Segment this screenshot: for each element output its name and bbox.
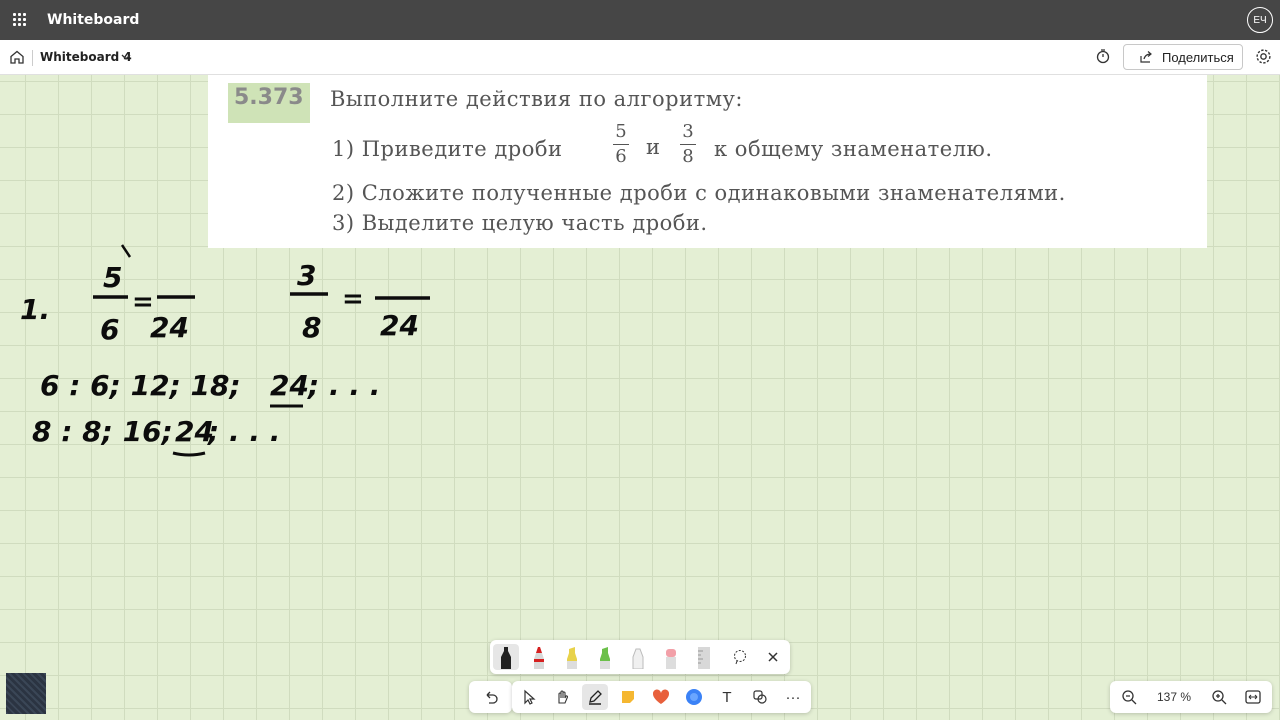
share-button[interactable]: Поделиться [1123,44,1243,70]
multiples-of-8: 8 : 8; 16; [32,415,173,448]
select-icon[interactable] [516,684,542,710]
avatar[interactable]: ЕЧ [1247,7,1273,33]
eraser-icon[interactable] [658,644,684,670]
timer-icon[interactable] [1095,48,1111,64]
fraction2-new-denominator: 24 [380,309,419,342]
sticky-note-icon[interactable] [615,684,641,710]
shapes-icon[interactable] [681,684,707,710]
multiples-6-end: ; . . . [307,369,380,402]
multiples-8-end: ; . . . [207,415,280,448]
fit-to-screen-icon[interactable] [1244,688,1262,706]
zoom-out-icon[interactable] [1120,688,1138,706]
common-multiple-6: 24 [270,369,309,402]
pen-stroke [120,244,132,258]
divider [32,50,33,66]
pen-tray [490,640,790,674]
home-icon[interactable] [9,49,25,65]
title-bar: Whiteboard ЕЧ [0,0,1280,40]
equals-sign: = [342,284,364,314]
reactions-icon[interactable] [648,684,674,710]
more-icon[interactable]: ··· [780,684,806,710]
fraction1-numerator: 5 [103,261,122,294]
close-icon[interactable] [760,644,786,670]
underline [172,451,206,457]
board-name[interactable]: Whiteboard 4 [40,50,132,64]
app-launcher-icon[interactable] [13,13,27,27]
fraction2-denominator: 8 [302,311,321,344]
chevron-down-icon[interactable] [120,52,132,62]
whiteboard-canvas[interactable]: 5.373 Выполните действия по алгоритму: 1… [0,75,1280,720]
multiples-of-6: 6 : 6; 12; 18; [40,369,241,402]
handwriting-layer[interactable]: 1. 5 6 = 24 3 8 = 24 6 : 6; 12; 18; 24 ;… [0,75,1280,720]
link-icon[interactable] [747,684,773,710]
red-pen-icon[interactable] [526,644,552,670]
black-pen-icon[interactable] [493,644,519,670]
minimap[interactable] [6,673,46,714]
fraction1-new-denominator: 24 [150,311,189,344]
fraction1-denominator: 6 [100,313,119,346]
command-bar: Whiteboard 4 Поделиться [0,40,1280,75]
undo-icon [486,691,498,704]
green-highlighter-icon[interactable] [592,644,618,670]
ruler-icon[interactable] [691,644,717,670]
app-title: Whiteboard [47,12,140,28]
zoom-level[interactable]: 137 % [1156,690,1192,704]
share-icon [1140,51,1152,63]
fraction2-numerator: 3 [297,259,316,292]
white-pen-icon[interactable] [625,644,651,670]
undo-button[interactable] [469,681,512,713]
pen-icon[interactable] [582,684,608,710]
main-toolbar: T ··· [512,681,811,713]
lasso-icon[interactable] [727,644,753,670]
zoom-in-icon[interactable] [1210,688,1228,706]
yellow-highlighter-icon[interactable] [559,644,585,670]
hand-icon[interactable] [549,684,575,710]
item-number: 1. [20,293,50,326]
zoom-controls: 137 % [1110,681,1272,713]
share-label: Поделиться [1162,49,1234,65]
gear-icon[interactable] [1255,48,1272,65]
text-icon[interactable]: T [714,684,740,710]
